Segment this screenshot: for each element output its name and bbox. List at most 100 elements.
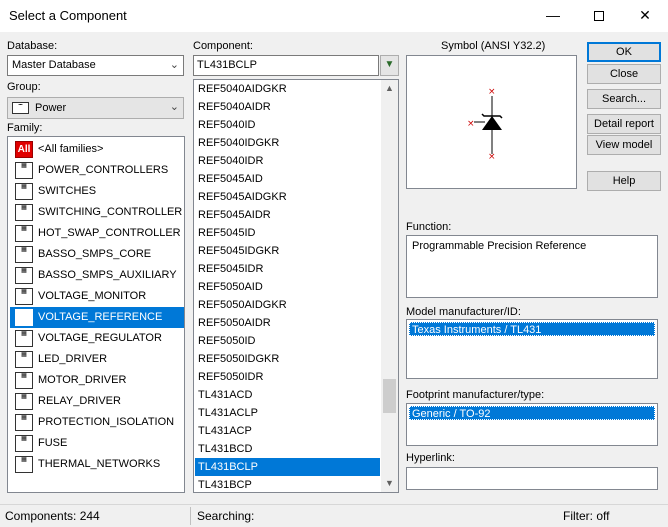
component-item[interactable]: TL431ACP <box>195 422 380 440</box>
chevron-down-icon: ⌄ <box>169 101 179 113</box>
fuse-icon: ▦ <box>15 435 33 452</box>
family-item-label: VOLTAGE_REGULATOR <box>38 332 162 344</box>
footprint-label: Footprint manufacturer/type: <box>406 389 545 401</box>
led-driver-icon: ▦ <box>15 351 33 368</box>
family-item-label: SWITCHES <box>38 185 97 197</box>
close-window-button[interactable]: ✕ <box>622 0 668 32</box>
search-button[interactable]: Search... <box>587 89 661 109</box>
model-item-selected[interactable]: Texas Instruments / TL431 <box>409 322 655 336</box>
component-item[interactable]: TL431BCD <box>195 440 380 458</box>
component-item[interactable]: REF5040IDR <box>195 152 380 170</box>
component-item[interactable]: TL431BCLP <box>195 458 380 476</box>
model-list[interactable]: Texas Instruments / TL431 <box>406 319 658 379</box>
component-item[interactable]: REF5045AIDGKR <box>195 188 380 206</box>
family-label: Family: <box>7 122 43 134</box>
family-item[interactable]: ▦ RELAY_DRIVER <box>10 391 184 412</box>
hot-swap-controller-icon: ▦ <box>15 225 33 242</box>
group-select[interactable]: ⎓ Power ⌄ <box>7 97 184 119</box>
family-item[interactable]: ▦ VOLTAGE_REFERENCE <box>10 307 184 328</box>
component-list-scrollbar[interactable]: ▲ ▼ <box>381 80 398 492</box>
component-item[interactable]: REF5050ID <box>195 332 380 350</box>
component-search-input[interactable]: TL431BCLP <box>193 55 379 76</box>
family-item[interactable]: ▦ PROTECTION_ISOLATION <box>10 412 184 433</box>
family-item[interactable]: ▦ BASSO_SMPS_AUXILIARY <box>10 265 184 286</box>
status-bar: Components: 244 Searching: Filter: off <box>0 504 668 527</box>
view-model-button[interactable]: View model <box>587 135 661 155</box>
component-item[interactable]: REF5040IDGKR <box>195 134 380 152</box>
scrollbar-thumb[interactable] <box>383 379 396 413</box>
scroll-down-icon[interactable]: ▼ <box>381 475 398 492</box>
family-list[interactable]: All <All families> ▦ POWER_CONTROLLERS ▦ SWIT… <box>7 136 185 493</box>
family-item[interactable]: ▦ POWER_CONTROLLERS <box>10 160 184 181</box>
family-item[interactable]: ▦ VOLTAGE_MONITOR <box>10 286 184 307</box>
status-divider <box>190 507 191 525</box>
family-item-label: MOTOR_DRIVER <box>38 374 127 386</box>
power-controllers-icon: ▦ <box>15 162 33 179</box>
family-item[interactable]: ▦ BASSO_SMPS_CORE <box>10 244 184 265</box>
component-item[interactable]: REF5050AID <box>195 278 380 296</box>
protection-isolation-icon: ▦ <box>15 414 33 431</box>
family-item[interactable]: ▦ LED_DRIVER <box>10 349 184 370</box>
component-item[interactable]: REF5040ID <box>195 116 380 134</box>
voltage-regulator-icon: ▦ <box>15 330 33 347</box>
component-item[interactable]: REF5040AIDR <box>195 98 380 116</box>
group-label: Group: <box>7 81 41 93</box>
voltage-monitor-icon: ▦ <box>15 288 33 305</box>
switching-controller-icon: ▦ <box>15 204 33 221</box>
window-title: Select a Component <box>9 8 127 23</box>
footprint-list[interactable]: Generic / TO-92 <box>406 403 658 446</box>
family-item[interactable]: ▦ SWITCHES <box>10 181 184 202</box>
family-item[interactable]: ▦ VOLTAGE_REGULATOR <box>10 328 184 349</box>
database-select[interactable]: Master Database ⌄ <box>7 55 184 76</box>
filter-button[interactable]: ▼ <box>380 55 399 76</box>
family-item-label: SWITCHING_CONTROLLER <box>38 206 183 218</box>
family-item-label: RELAY_DRIVER <box>38 395 121 407</box>
family-item[interactable]: ▦ FUSE <box>10 433 184 454</box>
ok-button[interactable]: OK <box>587 42 661 62</box>
family-item-label: VOLTAGE_MONITOR <box>38 290 147 302</box>
searching-status: Searching: <box>197 509 255 523</box>
family-item[interactable]: ▦ MOTOR_DRIVER <box>10 370 184 391</box>
component-item[interactable]: REF5045IDR <box>195 260 380 278</box>
maximize-button[interactable] <box>576 0 622 32</box>
scroll-up-icon[interactable]: ▲ <box>381 80 398 97</box>
footprint-item-selected[interactable]: Generic / TO-92 <box>409 406 655 420</box>
component-item[interactable]: REF5050IDR <box>195 368 380 386</box>
family-item-label: <All families> <box>38 143 104 155</box>
component-item[interactable]: REF5050AIDR <box>195 314 380 332</box>
hyperlink-label: Hyperlink: <box>406 452 455 464</box>
component-item[interactable]: REF5045AIDR <box>195 206 380 224</box>
component-item[interactable]: REF5045ID <box>195 224 380 242</box>
family-item[interactable]: ▦ SWITCHING_CONTROLLER <box>10 202 184 223</box>
database-value: Master Database <box>12 59 96 71</box>
family-item-label: BASSO_SMPS_AUXILIARY <box>38 269 177 281</box>
component-item[interactable]: TL431ACD <box>195 386 380 404</box>
family-item[interactable]: All <All families> <box>10 139 184 160</box>
group-value: Power <box>35 102 67 114</box>
component-item[interactable]: TL431ACLP <box>195 404 380 422</box>
family-item[interactable]: ▦ THERMAL_NETWORKS <box>10 454 184 475</box>
help-button[interactable]: Help <box>587 171 661 191</box>
hyperlink-field[interactable] <box>406 467 658 490</box>
component-item[interactable]: REF5045AID <box>195 170 380 188</box>
database-label: Database: <box>7 40 58 52</box>
close-icon: ✕ <box>639 7 651 23</box>
component-item[interactable]: REF5045IDGKR <box>195 242 380 260</box>
components-count: Components: 244 <box>5 509 100 523</box>
component-list[interactable]: TL431BCP TL431BCLP TL431BCD TL431ACP TL431AC… <box>193 79 399 493</box>
close-button[interactable]: Close <box>587 64 661 84</box>
motor-driver-icon: ▦ <box>15 372 33 389</box>
component-item[interactable]: REF5050IDGKR <box>195 350 380 368</box>
component-item[interactable]: TL431BCP <box>195 476 380 492</box>
family-item[interactable]: ▦ HOT_SWAP_CONTROLLER <box>10 223 184 244</box>
detail-report-button[interactable]: Detail report <box>587 114 661 134</box>
all-families-icon: All <box>15 141 33 158</box>
component-item[interactable]: REF5040AIDGKR <box>195 80 380 98</box>
switches-icon: ▦ <box>15 183 33 200</box>
svg-text:×: × <box>467 119 475 129</box>
component-item[interactable]: REF5050AIDGKR <box>195 296 380 314</box>
family-item-label: HOT_SWAP_CONTROLLER <box>38 227 181 239</box>
symbol-label: Symbol (ANSI Y32.2) <box>441 40 546 52</box>
minimize-button[interactable]: — <box>530 0 576 32</box>
family-item-label: BASSO_SMPS_CORE <box>38 248 152 260</box>
